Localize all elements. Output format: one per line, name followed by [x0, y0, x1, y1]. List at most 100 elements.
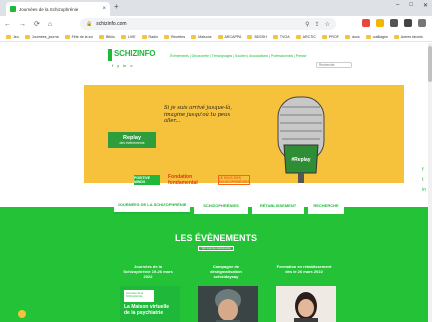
- folder-icon: [272, 34, 278, 39]
- folder-icon: [163, 34, 169, 39]
- logo-mark-icon: [108, 49, 112, 61]
- folder-icon: [191, 34, 197, 39]
- extensions: [362, 19, 426, 27]
- event-card[interactable]: Journées de la Schizophrénie La Maison v…: [120, 286, 180, 322]
- chat-icon[interactable]: [18, 310, 26, 318]
- new-tab-button[interactable]: +: [114, 3, 119, 11]
- folder-icon: [64, 34, 70, 39]
- card-brand-text: Journées de la Schizophrénie: [126, 292, 144, 298]
- share-icon[interactable]: ⇪: [315, 21, 320, 28]
- bookmark-item[interactable]: PROF: [322, 34, 339, 39]
- replay-button[interactable]: Replay des événements: [108, 132, 156, 148]
- social-links: f y in o: [112, 63, 132, 68]
- tab-journees[interactable]: JOURNÉES DE LA SCHIZOPHRÉNIE: [114, 196, 190, 214]
- tab-close-icon[interactable]: ×: [102, 6, 106, 12]
- forward-icon[interactable]: →: [19, 21, 26, 28]
- reload-icon[interactable]: ⟳: [34, 21, 40, 28]
- extension-icon[interactable]: [376, 19, 384, 27]
- folder-icon: [295, 34, 301, 39]
- partner-logos: POSITIVE MINDS Fondation fondamental LE …: [134, 174, 250, 186]
- facebook-icon[interactable]: f: [422, 167, 426, 173]
- partner-logo[interactable]: LE MOIS DES SCHIZOPHRÉNIES: [218, 175, 250, 185]
- facebook-icon[interactable]: f: [112, 63, 113, 68]
- bookmark-item[interactable]: LIVE: [120, 34, 136, 39]
- browser-toolbar: ← → ⟳ ⌂ 🔒 schizinfo.com ⚲ ⇪ ☆: [0, 16, 432, 32]
- card-title: La Maison virtuelle de la psychiatrie: [124, 304, 170, 316]
- scrollbar-track[interactable]: [428, 43, 432, 322]
- lock-icon: 🔒: [86, 21, 93, 27]
- logo-text: SCHIZINFO: [114, 49, 156, 58]
- event-card[interactable]: [276, 286, 336, 322]
- folder-icon: [393, 34, 399, 39]
- person-photo: [276, 286, 336, 322]
- instagram-icon[interactable]: o: [130, 63, 132, 68]
- folder-icon: [217, 34, 223, 39]
- event-title[interactable]: Campagne de déstigmatisation schizidaysa…: [198, 264, 254, 279]
- event-title[interactable]: Journées de la Schizophrénie 19-26 mars …: [120, 264, 176, 279]
- card-brand-box: Journées de la Schizophrénie: [124, 290, 154, 302]
- site-favicon-icon: [10, 6, 16, 12]
- bookmark-item[interactable]: ARCTIC: [295, 34, 316, 39]
- tab-title: Journées de la Schizophrénie: [19, 6, 79, 12]
- events-title: LES ÉVÈNEMENTS: [174, 233, 257, 243]
- bookmark-item[interactable]: BDSSH: [247, 34, 267, 39]
- linkedin-icon[interactable]: in: [123, 63, 126, 68]
- bookmark-item[interactable]: ARCAPPA: [217, 34, 241, 39]
- address-bar[interactable]: 🔒 schizinfo.com ⚲ ⇪ ☆: [80, 18, 336, 30]
- hero-banner: Replay des événements Si je suis arrivé …: [84, 85, 404, 183]
- profile-icon[interactable]: [404, 19, 412, 27]
- bookmark-item[interactable]: TVOA: [272, 34, 290, 39]
- bookmark-item[interactable]: Fête de la sci: [64, 34, 93, 39]
- all-events-button[interactable]: Voir tous les événements: [198, 246, 234, 251]
- tab-strip: Journées de la Schizophrénie × + – □ ✕: [0, 0, 432, 16]
- folder-icon: [24, 34, 30, 39]
- url-text: schizinfo.com: [96, 21, 127, 27]
- bookmark-item[interactable]: Jeu: [6, 34, 19, 39]
- bookmark-item[interactable]: outillages: [365, 34, 388, 39]
- event-title[interactable]: Formation en rétablissement dès le 26 ma…: [276, 264, 332, 274]
- minimize-icon[interactable]: –: [396, 2, 399, 9]
- microphone-icon: #Replay: [277, 96, 325, 183]
- search-input[interactable]: [316, 62, 352, 68]
- hero-quote: Si je suis arrivé jusque-là, imagine jus…: [164, 105, 233, 124]
- event-card[interactable]: [198, 286, 258, 322]
- tab-recherche[interactable]: RECHERCHE: [308, 196, 344, 214]
- menu-dots-icon[interactable]: [418, 19, 426, 27]
- bookmark-item[interactable]: Recettes: [163, 34, 185, 39]
- back-icon[interactable]: ←: [4, 21, 11, 28]
- folder-icon: [120, 34, 126, 39]
- folder-icon: [247, 34, 253, 39]
- zoom-icon[interactable]: ⚲: [305, 21, 309, 28]
- maximize-icon[interactable]: □: [409, 2, 413, 9]
- puzzle-icon[interactable]: [390, 19, 398, 27]
- tab-schizophrenies[interactable]: SCHIZOPHRÉNIES: [194, 196, 248, 214]
- folder-icon: [365, 34, 371, 39]
- bookmark-star-icon[interactable]: ☆: [325, 21, 330, 28]
- partner-logo[interactable]: POSITIVE MINDS: [134, 175, 160, 185]
- bookmark-item[interactable]: Biblio: [98, 34, 115, 39]
- tab-retablissement[interactable]: RÉTABLISSEMENT: [252, 196, 304, 214]
- folder-icon: [6, 34, 11, 39]
- bookmark-item[interactable]: Journées_journa: [24, 34, 59, 39]
- youtube-icon[interactable]: y: [117, 63, 119, 68]
- bookmarks-bar: Jeu Journées_journa Fête de la sci Bibli…: [0, 32, 432, 42]
- twitter-icon[interactable]: t: [422, 177, 426, 183]
- web-page: SCHIZINFO f y in o Événements | Découver…: [0, 43, 432, 322]
- site-header: SCHIZINFO f y in o Événements | Découver…: [0, 43, 432, 73]
- home-icon[interactable]: ⌂: [48, 21, 52, 28]
- site-logo[interactable]: SCHIZINFO: [108, 49, 156, 61]
- extension-icon[interactable]: [362, 19, 370, 27]
- folder-icon: [98, 34, 104, 39]
- close-window-icon[interactable]: ✕: [423, 2, 428, 9]
- person-photo: [198, 286, 258, 322]
- replay-subtitle: des événements: [119, 141, 145, 145]
- linkedin-icon[interactable]: in: [422, 187, 426, 193]
- top-menu[interactable]: Événements | Découverte | Témoignages | …: [170, 54, 306, 58]
- scrollbar-thumb[interactable]: [428, 46, 432, 82]
- browser-tab[interactable]: Journées de la Schizophrénie ×: [6, 2, 110, 16]
- bookmark-item[interactable]: Radio: [141, 34, 158, 39]
- bookmark-item[interactable]: Maisons: [191, 34, 212, 39]
- bookmark-item[interactable]: docs: [345, 34, 360, 39]
- partner-logo[interactable]: Fondation fondamental: [168, 174, 210, 186]
- bookmark-item[interactable]: Autres favoris: [393, 34, 423, 39]
